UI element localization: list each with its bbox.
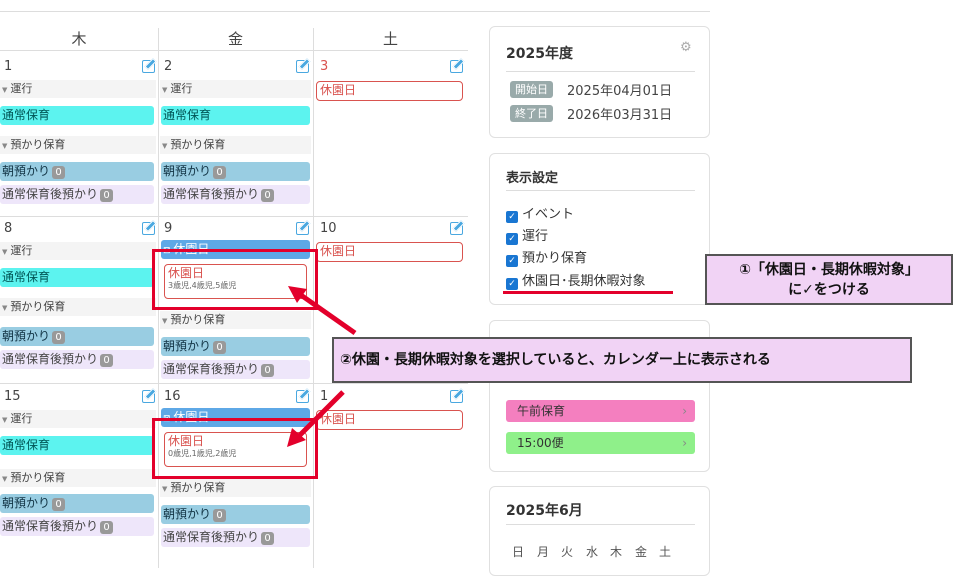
highlight-underline [503,291,673,294]
route-1500[interactable]: 15:00便 › [506,432,695,454]
checkbox-azukari[interactable]: ✓ 預かり保育 [506,247,587,267]
end-date: 2026年03月31日 [567,108,673,123]
end-label: 終了日 [510,105,553,122]
check-icon: ✓ [506,211,518,223]
fiscal-year-title: 2025年度 [506,46,573,62]
display-settings-title: 表示設定 [506,171,559,186]
start-date: 2025年04月01日 [567,84,673,99]
checkbox-unkou[interactable]: ✓ 運行 [506,225,548,245]
checkbox-holiday[interactable]: ✓ 休園日･長期休暇対象 [506,270,646,290]
weekday-label: 木 [610,545,623,559]
weekday-label: 火 [561,545,574,559]
callout-step-1: ①「休園日・長期休暇対象」 に✓をつける [705,254,953,305]
route-gozen-hoiku[interactable]: 午前保育 › [506,400,695,422]
chevron-right-icon: › [682,436,687,450]
display-settings-panel: 表示設定 ✓ イベント ✓ 運行 ✓ 預かり保育 ✓ 休園日･長期休暇対象 [489,153,710,305]
callout-step-2: ②休園・長期休暇対象を選択していると、カレンダー上に表示される [332,337,912,383]
weekday-label: 金 [635,545,648,559]
checkbox-event[interactable]: ✓ イベント [506,203,574,223]
mini-calendar-panel: 2025年6月 日 月 火 水 木 金 土 [489,486,710,576]
check-icon: ✓ [506,233,518,245]
start-label: 開始日 [510,81,553,98]
mini-calendar-title: 2025年6月 [506,503,583,519]
check-icon: ✓ [506,278,518,290]
weekday-label: 月 [537,545,550,559]
gear-icon[interactable]: ⚙ [680,40,692,55]
chevron-right-icon: › [682,404,687,418]
weekday-label: 水 [586,545,599,559]
fiscal-year-panel: 2025年度 ⚙ 開始日 2025年04月01日 終了日 2026年03月31日 [489,26,710,138]
weekday-label: 日 [512,545,525,559]
check-icon: ✓ [506,255,518,267]
weekday-label: 土 [659,545,672,559]
